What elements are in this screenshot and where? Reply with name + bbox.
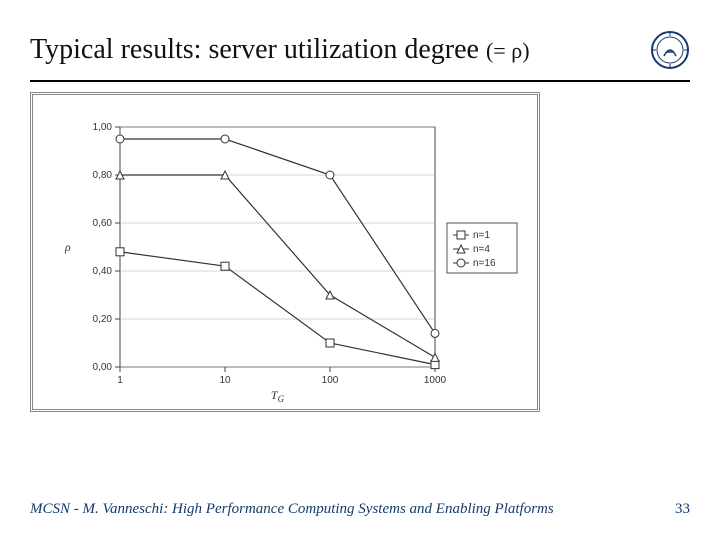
svg-text:1,00: 1,00 [93,122,113,133]
title-main: Typical results: server utilization degr… [30,34,479,65]
title-suffix: (= ρ) [486,38,530,63]
svg-text:ρ: ρ [64,240,71,254]
page-title: Typical results: server utilization degr… [30,34,530,66]
svg-text:0,60: 0,60 [93,218,113,229]
svg-text:0,20: 0,20 [93,314,113,325]
utilization-chart: 0,00 0,20 0,40 0,60 0,80 1,00 1 10 100 1000 ρ TG n=1… [35,97,535,407]
svg-text:100: 100 [322,375,339,386]
svg-text:10: 10 [219,375,231,386]
svg-text:1000: 1000 [424,375,447,386]
svg-text:n=4: n=4 [473,244,490,255]
svg-text:0,00: 0,00 [93,362,113,373]
page-number: 33 [675,501,690,518]
svg-text:n=1: n=1 [473,230,490,241]
title-divider [30,80,690,82]
svg-text:0,40: 0,40 [93,266,113,277]
svg-text:n=16: n=16 [473,258,496,269]
chart-container: 0,00 0,20 0,40 0,60 0,80 1,00 1 10 100 1000 ρ TG n=1… [30,92,540,412]
university-seal-icon [650,30,690,70]
footer-credit: MCSN - M. Vanneschi: High Performance Co… [30,501,554,518]
svg-text:TG: TG [271,388,285,404]
svg-text:0,80: 0,80 [93,170,113,181]
svg-text:1: 1 [117,375,123,386]
